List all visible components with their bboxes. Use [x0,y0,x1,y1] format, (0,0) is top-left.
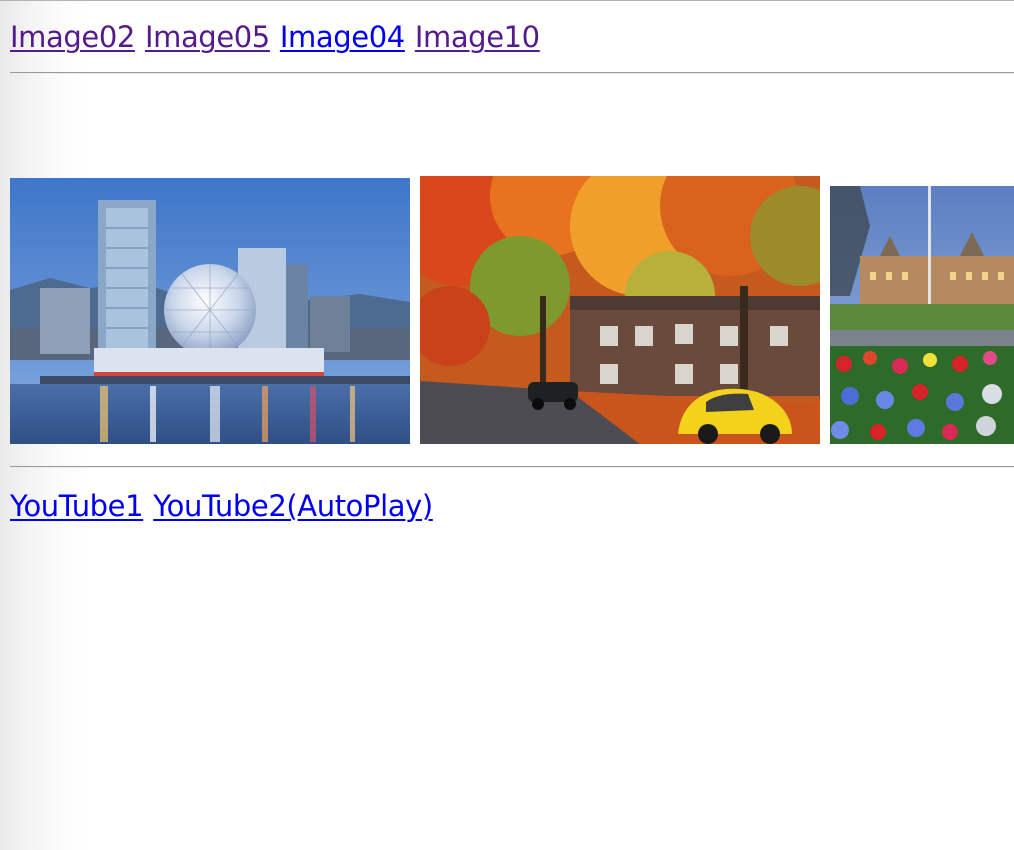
youtube2-autoplay-link[interactable]: YouTube2(AutoPlay) [153,489,433,523]
image10-link[interactable]: Image10 [415,20,540,54]
horizontal-rule-top [10,72,1014,74]
image02-link[interactable]: Image02 [10,20,135,54]
video-link-bar: YouTube1 YouTube2(AutoPlay) [10,489,443,523]
image04-link[interactable]: Image04 [280,20,405,54]
top-border [0,0,1014,1]
photo-parliament-flowers [830,186,1014,444]
photo-skyline-dome [10,178,410,444]
image05-link[interactable]: Image05 [145,20,270,54]
image-link-bar: Image02 Image05 Image04 Image10 [10,20,550,54]
youtube1-link[interactable]: YouTube1 [10,489,144,523]
horizontal-rule-bottom [10,466,1014,468]
photo-autumn-street [420,176,820,444]
